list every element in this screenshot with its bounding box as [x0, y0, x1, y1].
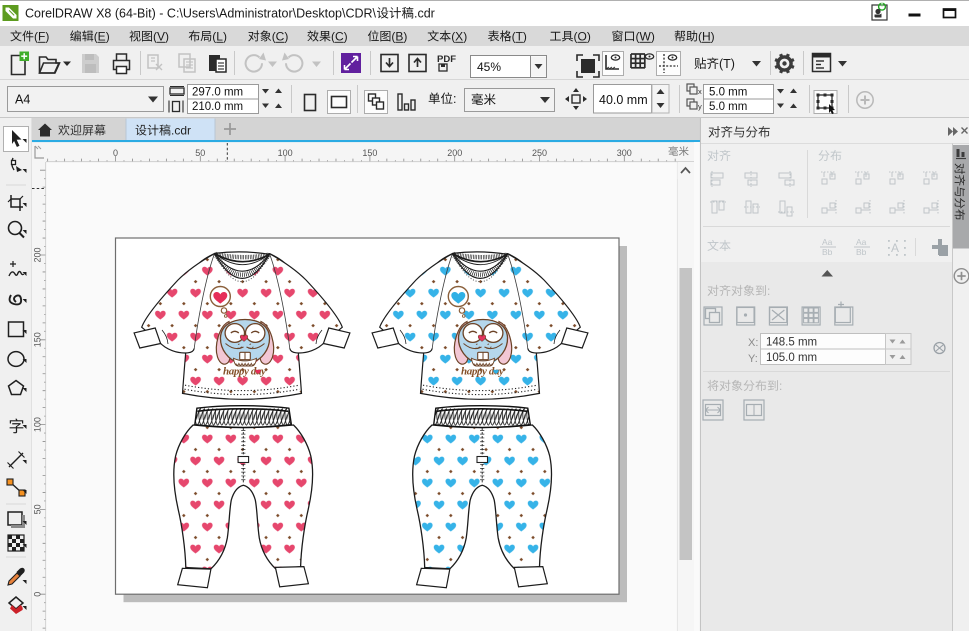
svg-text::: : — [779, 379, 782, 393]
svg-text:(W): (W) — [636, 30, 655, 44]
svg-text:40.0 mm: 40.0 mm — [599, 93, 648, 107]
svg-text:(B): (B) — [391, 30, 407, 44]
svg-text:y: y — [698, 102, 702, 111]
svg-text:A4: A4 — [15, 93, 30, 107]
svg-text:Y:: Y: — [748, 353, 758, 365]
svg-text:PDF: PDF — [437, 54, 456, 65]
svg-text:Aa: Aa — [822, 237, 833, 247]
svg-text:200: 200 — [33, 247, 43, 262]
svg-text:297.0 mm: 297.0 mm — [192, 87, 243, 99]
svg-text:105.0 mm: 105.0 mm — [766, 352, 817, 364]
svg-text:(T): (T) — [512, 30, 527, 44]
svg-text:50: 50 — [33, 504, 43, 514]
svg-text:250: 250 — [532, 148, 547, 158]
svg-text:5.0 mm: 5.0 mm — [709, 101, 747, 113]
svg-text:(T): (T) — [719, 57, 735, 71]
svg-text:50: 50 — [195, 148, 205, 158]
svg-text:X:: X: — [748, 337, 758, 349]
svg-text:.cdr: .cdr — [171, 124, 191, 138]
svg-text:.cdr: .cdr — [414, 7, 435, 21]
svg-text:200: 200 — [447, 148, 462, 158]
svg-text:5.0 mm: 5.0 mm — [709, 87, 747, 99]
svg-text:(V): (V) — [153, 30, 169, 44]
svg-text:0: 0 — [33, 592, 43, 597]
svg-text:Aa: Aa — [856, 237, 867, 247]
svg-text:(E): (E) — [94, 30, 110, 44]
svg-text:x: x — [698, 87, 702, 96]
svg-text:(C): (C) — [331, 30, 348, 44]
svg-text:150: 150 — [362, 148, 377, 158]
svg-text:210.0 mm: 210.0 mm — [192, 101, 243, 113]
svg-text:Bb: Bb — [856, 247, 867, 257]
svg-text:Bb: Bb — [822, 247, 833, 257]
svg-text:100: 100 — [278, 148, 293, 158]
svg-text::: : — [767, 284, 770, 298]
svg-text:0: 0 — [113, 148, 118, 158]
svg-text:CorelDRAW X8 (64-Bit) - C:\Use: CorelDRAW X8 (64-Bit) - C:\Users\Adminis… — [25, 7, 377, 21]
svg-text:(L): (L) — [212, 30, 227, 44]
svg-text:A: A — [891, 241, 899, 255]
svg-text:300: 300 — [617, 148, 632, 158]
svg-text:(F): (F) — [34, 30, 49, 44]
svg-text:(X): (X) — [451, 30, 467, 44]
svg-text:(C): (C) — [272, 30, 289, 44]
svg-text:100: 100 — [33, 417, 43, 432]
svg-text:(O): (O) — [574, 30, 591, 44]
svg-text:45%: 45% — [477, 60, 501, 74]
svg-text::: : — [453, 92, 456, 106]
svg-text:(H): (H) — [698, 30, 715, 44]
svg-text:150: 150 — [33, 332, 43, 347]
svg-text:148.5 mm: 148.5 mm — [766, 337, 817, 349]
